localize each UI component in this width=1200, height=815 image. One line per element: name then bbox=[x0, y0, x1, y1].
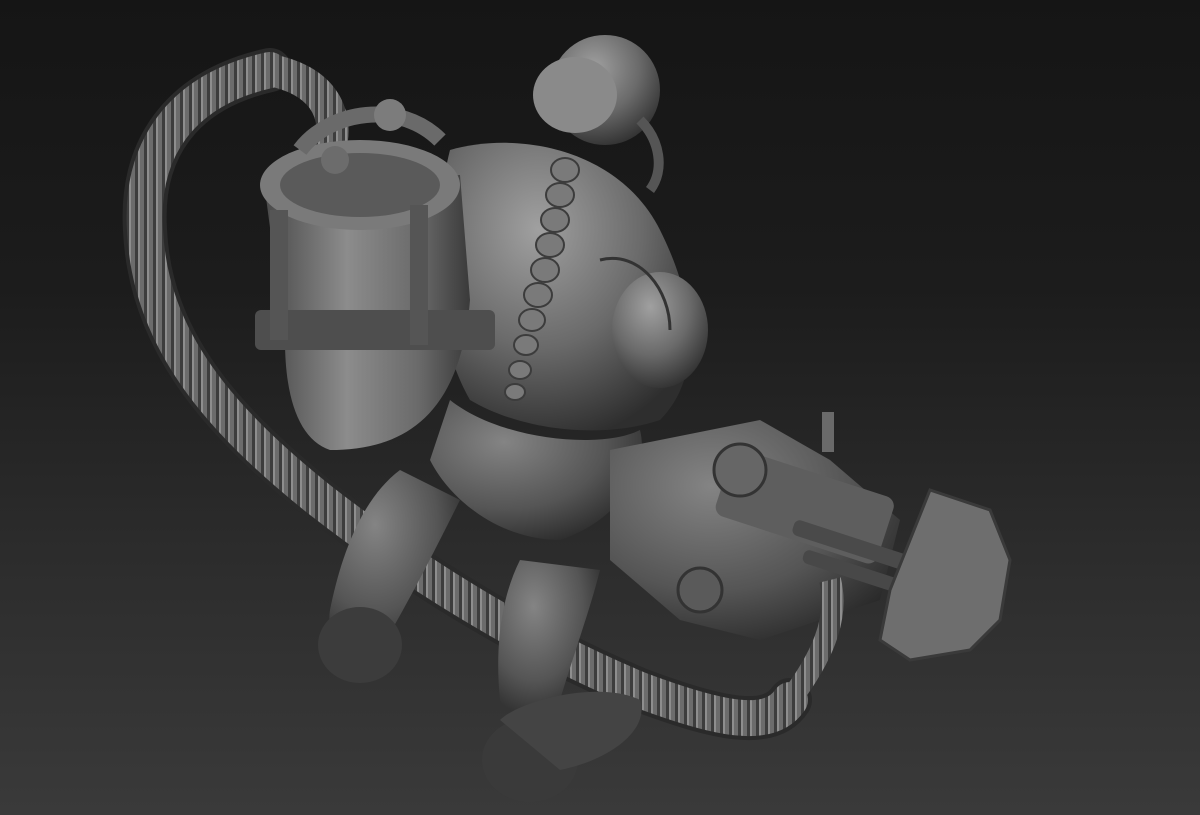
sculpt-viewport bbox=[0, 0, 1200, 815]
gatling-gun bbox=[610, 412, 1012, 662]
left-boot bbox=[318, 607, 402, 683]
gun-shield bbox=[878, 488, 1012, 662]
sculpt-render bbox=[122, 35, 1012, 802]
